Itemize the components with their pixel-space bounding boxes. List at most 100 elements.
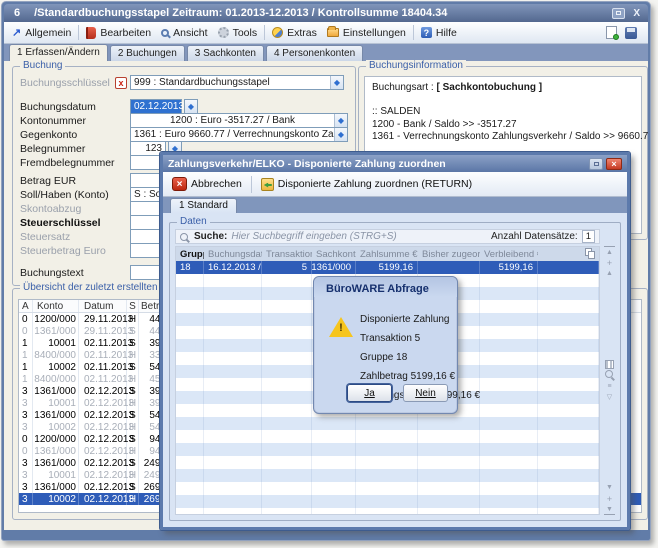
dropdown-icon[interactable]: ◆: [330, 76, 343, 89]
buchungsart-line: Buchungsart : [ Sachkontobuchung ]: [372, 82, 634, 93]
table-row-selected[interactable]: 1816.12.2013 /Mo51361/0005199,165199,16: [176, 261, 599, 274]
info-line: :: SALDEN: [372, 106, 634, 119]
cell: [204, 482, 262, 495]
cell-a: 3: [19, 397, 33, 409]
table-row-empty[interactable]: [176, 508, 599, 515]
table-row-empty[interactable]: [176, 495, 599, 508]
cell: [176, 313, 204, 326]
cell-a: 1: [19, 373, 33, 385]
page-up-icon[interactable]: ▲: [604, 268, 615, 279]
gegenkonto-combo[interactable]: 1361 : Euro 9660.77 / Verrechnungskonto …: [130, 127, 348, 142]
cell-s: H: [127, 397, 139, 409]
search-bar[interactable]: Suche: Hier Suchbegriff eingeben (STRG+S…: [175, 229, 600, 244]
cell: [312, 417, 356, 430]
cell: [418, 456, 480, 469]
menu-label: Allgemein: [25, 27, 71, 39]
tab-sachkonten[interactable]: 3 Sachkonten: [187, 45, 264, 61]
cell: [262, 300, 312, 313]
cell-konto: 10002: [33, 493, 79, 505]
menu-extras[interactable]: Extras: [267, 25, 322, 41]
page-down-icon[interactable]: ▼: [604, 482, 615, 493]
buchungsdatum-input[interactable]: 02.12.2013: [130, 99, 182, 114]
cell-konto: 8400/000: [33, 373, 79, 385]
save-icon[interactable]: [625, 27, 637, 39]
cell: [480, 417, 538, 430]
cell: [262, 365, 312, 378]
menu-hilfe[interactable]: ? Hilfe: [416, 25, 462, 41]
field-label: Fremdbelegnummer: [20, 157, 130, 169]
tab-erfassen-aendern[interactable]: 1 Erfassen/Ändern: [9, 44, 108, 61]
menu-tools[interactable]: Tools: [213, 25, 263, 41]
table-row-empty[interactable]: [176, 456, 599, 469]
zuordnen-button[interactable]: Disponierte Zahlung zuordnen (RETURN): [257, 176, 476, 193]
table-row-empty[interactable]: [176, 430, 599, 443]
dropdown-icon[interactable]: ◆: [184, 99, 198, 114]
zoom-icon[interactable]: [604, 370, 615, 381]
cell: [176, 391, 204, 404]
cell-s: S: [127, 433, 139, 445]
jump-top-icon[interactable]: ▲: [604, 246, 615, 257]
dialog-maximize-icon[interactable]: [589, 158, 603, 170]
cell: 5: [262, 261, 312, 274]
list-options-icon[interactable]: ≡: [604, 381, 615, 392]
popup-title: BüroWARE Abfrage: [314, 277, 457, 297]
buchungsschluessel-combo[interactable]: 999 : Standardbuchungsstapel ◆: [130, 75, 344, 90]
menu-einstellungen[interactable]: Einstellungen: [322, 25, 411, 41]
maximize-icon[interactable]: [612, 8, 625, 19]
maximize-glyph: [616, 11, 621, 15]
scroll-up-icon[interactable]: +: [604, 257, 615, 268]
cell: [480, 378, 538, 391]
record-count-value: 1: [582, 230, 595, 243]
table-row-empty[interactable]: [176, 443, 599, 456]
cell: [538, 300, 599, 313]
new-document-icon[interactable]: [606, 26, 617, 39]
cell: [262, 417, 312, 430]
clear-icon[interactable]: x: [115, 77, 127, 89]
cell: [312, 508, 356, 515]
column-header: Gruppe: [176, 249, 204, 260]
jump-bottom-icon[interactable]: ▼: [604, 504, 615, 515]
nein-button[interactable]: Nein: [403, 384, 448, 402]
table-row-empty[interactable]: [176, 469, 599, 482]
scroll-down-icon[interactable]: +: [604, 493, 615, 504]
tab-buchungen[interactable]: 2 Buchungen: [110, 45, 185, 61]
close-icon[interactable]: X: [631, 8, 642, 19]
cell-datum: 29.11.2013: [79, 313, 127, 325]
dropdown-icon[interactable]: ◆: [334, 128, 347, 141]
kontonummer-combo[interactable]: 1200 : Euro -3517.27 / Bank ◆: [130, 113, 348, 128]
tab-standard[interactable]: 1 Standard: [170, 198, 237, 213]
menu-allgemein[interactable]: ↗ Allgemein: [7, 24, 76, 41]
tab-personenkonten[interactable]: 4 Personenkonten: [266, 45, 363, 61]
ja-button[interactable]: Ja: [347, 384, 392, 402]
cell-s: H: [127, 421, 139, 433]
dialog-close-icon[interactable]: ×: [606, 158, 622, 170]
table-row-empty[interactable]: [176, 482, 599, 495]
cell: [176, 300, 204, 313]
cell: [262, 495, 312, 508]
menu-bearbeiten[interactable]: Bearbeiten: [81, 25, 156, 41]
cell: [480, 495, 538, 508]
dropdown-icon[interactable]: ◆: [334, 114, 347, 127]
cell-datum: 29.11.2013: [79, 325, 127, 337]
cell-datum: 02.11.2013: [79, 349, 127, 361]
cell-s: H: [127, 469, 139, 481]
abbrechen-button[interactable]: × Abbrechen: [168, 175, 246, 193]
menu-ansicht[interactable]: Ansicht: [156, 25, 212, 41]
cell-konto: 10001: [33, 397, 79, 409]
field-buchungsschluessel: Buchungsschlüssel x 999 : Standardbuchun…: [20, 75, 351, 90]
copy-icon[interactable]: [585, 248, 597, 260]
cell: [204, 287, 262, 300]
cell-konto: 1361/000: [33, 481, 79, 493]
filter-icon[interactable]: ▽: [604, 392, 615, 403]
cell: [312, 443, 356, 456]
cell: [176, 508, 204, 515]
menu-separator: [413, 25, 414, 40]
cell: 18: [176, 261, 204, 274]
table-row-empty[interactable]: [176, 417, 599, 430]
cell-a: 1: [19, 337, 33, 349]
cell-datum: 02.12.2013: [79, 481, 127, 493]
cell-datum: 02.12.2013: [79, 445, 127, 457]
columns-icon[interactable]: [604, 359, 615, 370]
cell-s: H: [127, 493, 139, 505]
cell: [356, 456, 418, 469]
